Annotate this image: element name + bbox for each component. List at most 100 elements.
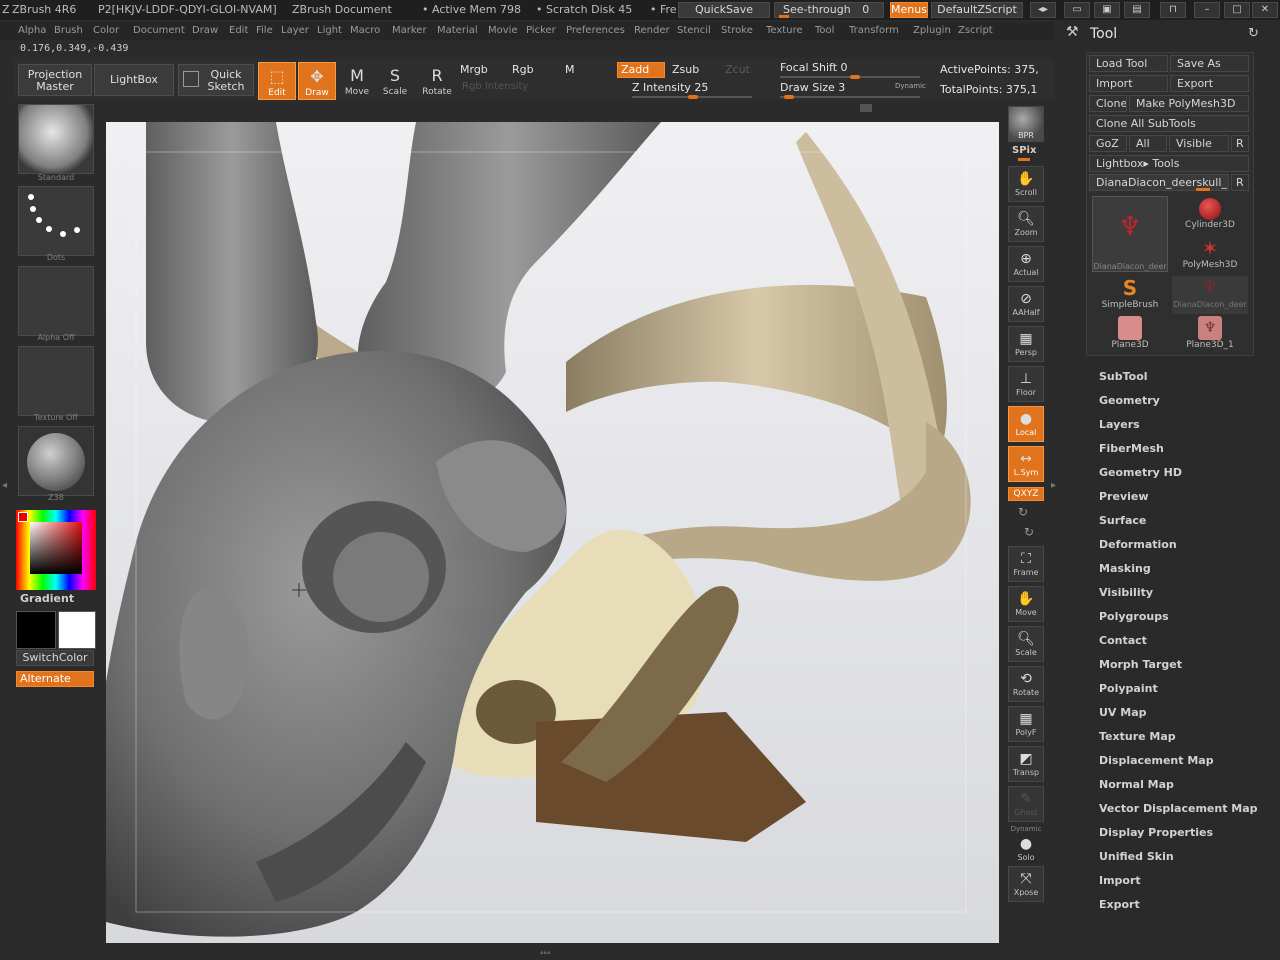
sculpt-viewport[interactable] bbox=[106, 122, 999, 943]
scroll-button[interactable]: ✋ Scroll bbox=[1008, 166, 1044, 202]
section-displacement-map[interactable]: Displacement Map bbox=[1099, 754, 1214, 767]
section-preview[interactable]: Preview bbox=[1099, 490, 1149, 503]
current-tool-knob[interactable] bbox=[1196, 188, 1210, 191]
move-mode-button[interactable]: M Move bbox=[338, 62, 376, 100]
ghost-button[interactable]: ✎ Ghost bbox=[1008, 786, 1044, 822]
aahalf-button[interactable]: ⊘ AAHalf bbox=[1008, 286, 1044, 322]
lightbox-tools-button[interactable]: Lightbox▸ Tools bbox=[1089, 155, 1249, 172]
material-thumbnail[interactable] bbox=[18, 426, 94, 496]
mrgb-button[interactable]: Mrgb bbox=[460, 63, 488, 76]
import-button[interactable]: Import bbox=[1089, 75, 1168, 92]
menu-zplugin[interactable]: Zplugin bbox=[913, 25, 951, 36]
menu-macro[interactable]: Macro bbox=[350, 25, 380, 36]
edit-mode-button[interactable]: ⬚ Edit bbox=[258, 62, 296, 100]
persp-button[interactable]: ▦ Persp bbox=[1008, 326, 1044, 362]
load-tool-button[interactable]: Load Tool bbox=[1089, 55, 1168, 72]
z-intensity-slider[interactable]: Z Intensity 25 bbox=[632, 81, 708, 94]
alpha-thumbnail[interactable] bbox=[18, 266, 94, 336]
section-masking[interactable]: Masking bbox=[1099, 562, 1151, 575]
brush-thumbnail[interactable] bbox=[18, 104, 94, 174]
menu-edit[interactable]: Edit bbox=[229, 25, 248, 36]
make-polymesh-button[interactable]: Make PolyMesh3D bbox=[1129, 95, 1249, 112]
spix-knob[interactable] bbox=[1018, 158, 1030, 161]
draw-mode-button[interactable]: ✥ Draw bbox=[298, 62, 336, 100]
menu-color[interactable]: Color bbox=[93, 25, 119, 36]
floor-button[interactable]: ⊥ Floor bbox=[1008, 366, 1044, 402]
rgb-button[interactable]: Rgb bbox=[512, 63, 534, 76]
focal-shift-slider[interactable]: Focal Shift 0 bbox=[780, 61, 848, 74]
section-normal-map[interactable]: Normal Map bbox=[1099, 778, 1174, 791]
color-picker[interactable] bbox=[16, 510, 96, 590]
goz-visible-button[interactable]: Visible bbox=[1169, 135, 1229, 152]
section-texture-map[interactable]: Texture Map bbox=[1099, 730, 1176, 743]
menu-marker[interactable]: Marker bbox=[392, 25, 427, 36]
default-zscript-button[interactable]: DefaultZScript bbox=[931, 2, 1023, 18]
rgb-intensity-slider[interactable]: Rgb Intensity bbox=[462, 81, 528, 92]
rotate-mode-button[interactable]: R Rotate bbox=[418, 62, 456, 100]
see-through-slider[interactable]: See-through 0 bbox=[774, 2, 884, 18]
quick-sketch-button[interactable]: Quick Sketch bbox=[178, 64, 254, 96]
menus-button[interactable]: Menus bbox=[890, 2, 928, 18]
menu-light[interactable]: Light bbox=[317, 25, 342, 36]
spix-slider[interactable]: SPix bbox=[1012, 145, 1036, 156]
transp-button[interactable]: ◩ Transp bbox=[1008, 746, 1044, 782]
lightbox-button[interactable]: LightBox bbox=[94, 64, 174, 96]
section-morph-target[interactable]: Morph Target bbox=[1099, 658, 1182, 671]
menu-render[interactable]: Render bbox=[634, 25, 670, 36]
left-collapse-icon[interactable]: ◂ bbox=[2, 480, 10, 500]
section-export[interactable]: Export bbox=[1099, 898, 1140, 911]
menu-stencil[interactable]: Stencil bbox=[677, 25, 711, 36]
section-visibility[interactable]: Visibility bbox=[1099, 586, 1153, 599]
refresh-icon[interactable]: ↻ bbox=[1248, 26, 1259, 41]
tool-palette-title[interactable]: Tool bbox=[1090, 26, 1117, 42]
scale-view-button[interactable]: 🔍︎ Scale bbox=[1008, 626, 1044, 662]
goz-r-button[interactable]: R bbox=[1231, 135, 1249, 152]
xyz-button[interactable]: QXYZ bbox=[1008, 487, 1044, 501]
clone-button[interactable]: Clone bbox=[1089, 95, 1127, 112]
rotate-y-icon[interactable]: ↻ bbox=[1018, 505, 1028, 519]
menu-picker[interactable]: Picker bbox=[526, 25, 556, 36]
section-uv-map[interactable]: UV Map bbox=[1099, 706, 1147, 719]
scale-mode-button[interactable]: S Scale bbox=[376, 62, 414, 100]
section-subtool[interactable]: SubTool bbox=[1099, 370, 1148, 383]
layout-arrows-icon[interactable]: ◂▸ bbox=[1030, 2, 1056, 18]
alternate-button[interactable]: Alternate bbox=[16, 671, 94, 687]
lock-icon[interactable]: ⊓ bbox=[1160, 2, 1186, 18]
section-polygroups[interactable]: Polygroups bbox=[1099, 610, 1169, 623]
export-button[interactable]: Export bbox=[1170, 75, 1249, 92]
menu-stroke[interactable]: Stroke bbox=[721, 25, 753, 36]
menu-layer[interactable]: Layer bbox=[281, 25, 309, 36]
menu-document[interactable]: Document bbox=[133, 25, 185, 36]
dynamic-toggle[interactable]: Dynamic bbox=[895, 82, 926, 90]
goz-button[interactable]: GoZ bbox=[1089, 135, 1127, 152]
tool-thumb-polymesh3d[interactable]: ✶ PolyMesh3D bbox=[1172, 236, 1248, 274]
tool-thumb-simplebrush[interactable]: S SimpleBrush bbox=[1092, 276, 1168, 314]
zsub-button[interactable]: Zsub bbox=[672, 63, 699, 76]
bpr-button[interactable]: BPR bbox=[1008, 106, 1044, 142]
switch-color-button[interactable]: SwitchColor bbox=[16, 650, 94, 666]
menu-material[interactable]: Material bbox=[437, 25, 478, 36]
z-intensity-knob[interactable] bbox=[688, 95, 698, 99]
move-view-button[interactable]: ✋ Move bbox=[1008, 586, 1044, 622]
rotate-z-icon[interactable]: ↻ bbox=[1024, 525, 1034, 539]
tool-thumb-deerskull[interactable]: ♆ DianaDiacon_deer bbox=[1092, 196, 1168, 272]
color-picker-square[interactable] bbox=[30, 522, 82, 574]
solo-button[interactable]: ● Solo bbox=[1008, 832, 1044, 868]
menu-tool[interactable]: Tool bbox=[815, 25, 834, 36]
frame-button[interactable]: ⛶ Frame bbox=[1008, 546, 1044, 582]
save-as-button[interactable]: Save As bbox=[1170, 55, 1249, 72]
clone-all-subtools-button[interactable]: Clone All SubTools bbox=[1089, 115, 1249, 132]
polyf-button[interactable]: ▦ PolyF bbox=[1008, 706, 1044, 742]
primary-color-swatch[interactable] bbox=[16, 611, 56, 649]
minimize-icon[interactable]: – bbox=[1194, 2, 1220, 18]
current-tool-r-button[interactable]: R bbox=[1231, 174, 1249, 191]
section-import[interactable]: Import bbox=[1099, 874, 1141, 887]
local-button[interactable]: ● Local bbox=[1008, 406, 1044, 442]
m-button[interactable]: M bbox=[565, 63, 575, 76]
rotate-view-button[interactable]: ⟲ Rotate bbox=[1008, 666, 1044, 702]
maximize-icon[interactable]: □ bbox=[1224, 2, 1250, 18]
layout-toggle-icon[interactable]: ▭ bbox=[1064, 2, 1090, 18]
tool-thumb-cylinder3d[interactable]: Cylinder3D bbox=[1172, 196, 1248, 234]
section-geometry[interactable]: Geometry bbox=[1099, 394, 1160, 407]
draw-size-slider[interactable]: Draw Size 3 bbox=[780, 81, 845, 94]
